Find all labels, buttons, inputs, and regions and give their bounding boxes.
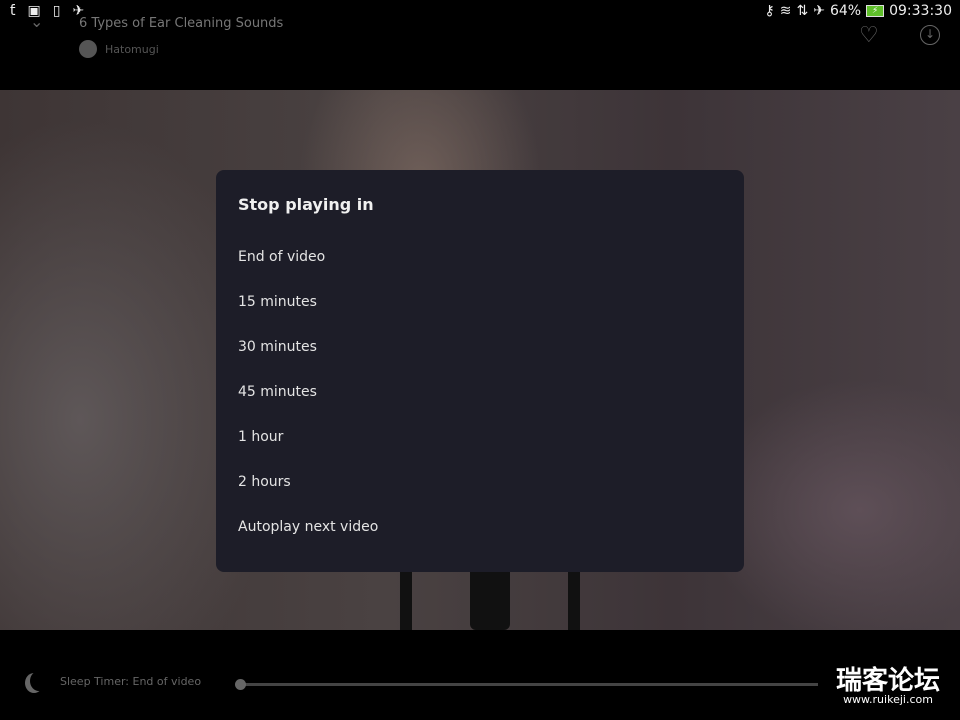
battery-charging-icon: ⚡ xyxy=(866,5,885,17)
vibrate-icon: ▯ xyxy=(52,3,61,19)
channel-name: Hatomugi xyxy=(105,42,159,56)
data-icon: ⇅ xyxy=(796,3,809,19)
option-45-minutes[interactable]: 45 minutes xyxy=(238,384,317,400)
key-icon: ⚷ xyxy=(764,3,775,19)
bottom-bar: Sleep Timer: End of video xyxy=(0,630,960,720)
sleep-timer-dialog: Stop playing in End of video 15 minutes … xyxy=(216,170,744,572)
heart-icon[interactable]: ♡ xyxy=(859,23,879,48)
avatar xyxy=(79,40,97,58)
sleep-timer-label[interactable]: Sleep Timer: End of video xyxy=(60,675,201,688)
clock: 09:33:30 xyxy=(889,3,952,19)
option-end-of-video[interactable]: End of video xyxy=(238,249,325,265)
option-30-minutes[interactable]: 30 minutes xyxy=(238,339,317,355)
channel[interactable]: Hatomugi xyxy=(79,40,159,58)
chevron-down-icon[interactable]: ⌄ xyxy=(30,12,43,31)
seek-thumb[interactable] xyxy=(235,679,246,690)
watermark-logo: 瑞客论坛 www.ruikeji.com xyxy=(836,666,941,706)
battery-percent: 64% xyxy=(829,3,862,19)
airplane-icon: ✈ xyxy=(813,3,825,19)
seek-bar[interactable] xyxy=(240,683,818,686)
option-2-hours[interactable]: 2 hours xyxy=(238,474,291,490)
app-icon: ƭ xyxy=(10,3,16,19)
option-1-hour[interactable]: 1 hour xyxy=(238,429,283,445)
option-autoplay-next[interactable]: Autoplay next video xyxy=(238,519,378,535)
option-15-minutes[interactable]: 15 minutes xyxy=(238,294,317,310)
video-title: 6 Types of Ear Cleaning Sounds xyxy=(79,16,284,31)
dialog-title: Stop playing in xyxy=(238,195,374,214)
wifi-icon: ≋ xyxy=(779,3,792,19)
moon-icon[interactable] xyxy=(30,671,48,691)
download-icon[interactable]: ↓ xyxy=(920,25,940,45)
